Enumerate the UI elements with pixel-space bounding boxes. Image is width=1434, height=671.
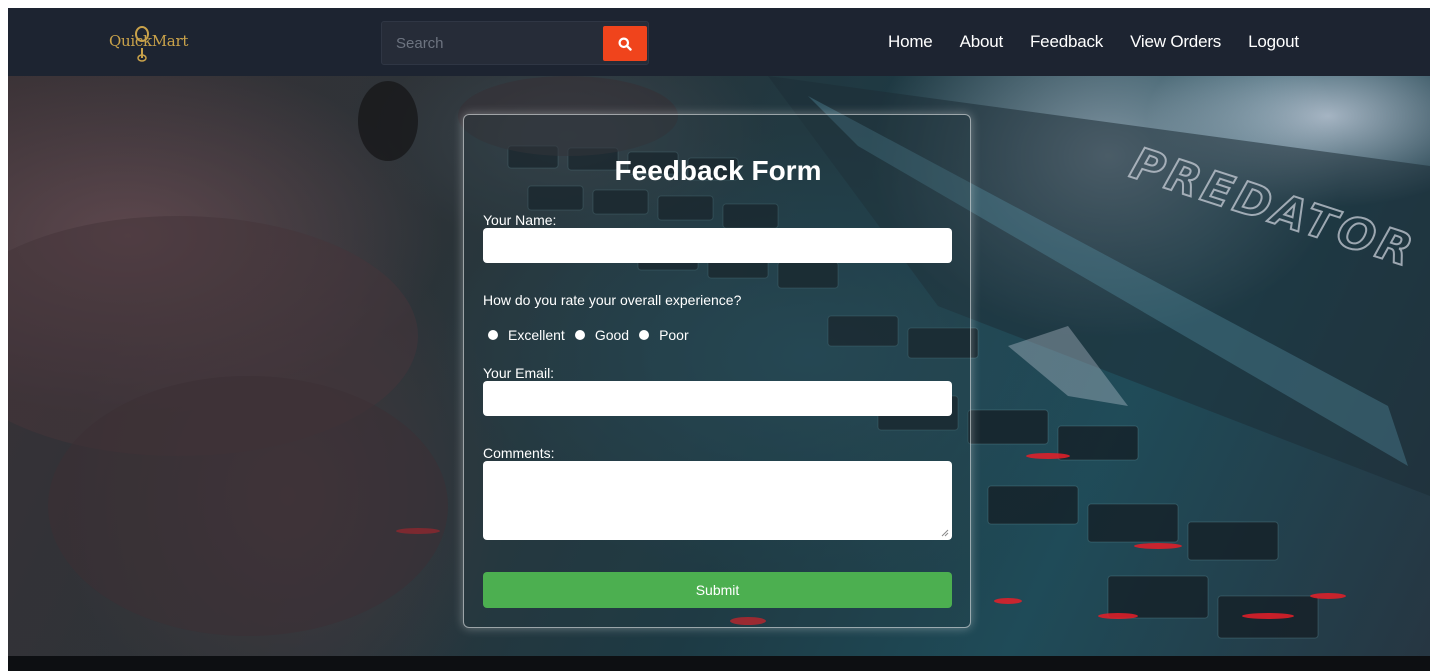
name-label: Your Name:	[483, 212, 557, 228]
radio-excellent[interactable]	[488, 330, 498, 340]
nav-links: Home About Feedback View Orders Logout	[888, 32, 1326, 52]
radio-poor[interactable]	[639, 330, 650, 340]
rating-options: Excellent Good Poor	[488, 327, 699, 343]
name-field[interactable]	[483, 228, 952, 263]
nav-logout[interactable]: Logout	[1248, 32, 1299, 52]
feedback-form-card: Feedback Form Your Name: How do you rate…	[463, 114, 971, 628]
nav-feedback[interactable]: Feedback	[1030, 32, 1103, 52]
email-label: Your Email:	[483, 365, 555, 381]
logo-text: QuickMart	[109, 32, 189, 50]
nav-view-orders[interactable]: View Orders	[1130, 32, 1221, 52]
radio-good[interactable]	[574, 330, 585, 340]
comments-label: Comments:	[483, 445, 555, 461]
form-title: Feedback Form	[614, 155, 822, 186]
nav-home[interactable]: Home	[888, 32, 933, 52]
hero-background: PREDATOR Feedback Form Your Name: How do…	[8, 76, 1430, 656]
navbar: QuickMart Home About Feedback View Order…	[8, 8, 1430, 76]
radio-poor-label: Poor	[659, 327, 689, 343]
resize-handle-icon[interactable]	[941, 529, 949, 537]
search-icon	[618, 37, 632, 51]
search-input[interactable]	[383, 23, 601, 63]
radio-excellent-label: Excellent	[508, 327, 565, 343]
email-field[interactable]	[483, 381, 952, 416]
comments-field[interactable]	[483, 461, 952, 540]
search-button[interactable]	[603, 26, 647, 61]
rating-question: How do you rate your overall experience?	[483, 292, 742, 308]
search-bar	[381, 21, 649, 65]
logo[interactable]: QuickMart	[109, 24, 188, 62]
page-frame: QuickMart Home About Feedback View Order…	[8, 8, 1430, 671]
footer-bar	[8, 656, 1430, 671]
submit-button[interactable]: Submit	[483, 572, 952, 608]
radio-good-label: Good	[594, 327, 630, 343]
nav-about[interactable]: About	[960, 32, 1004, 52]
